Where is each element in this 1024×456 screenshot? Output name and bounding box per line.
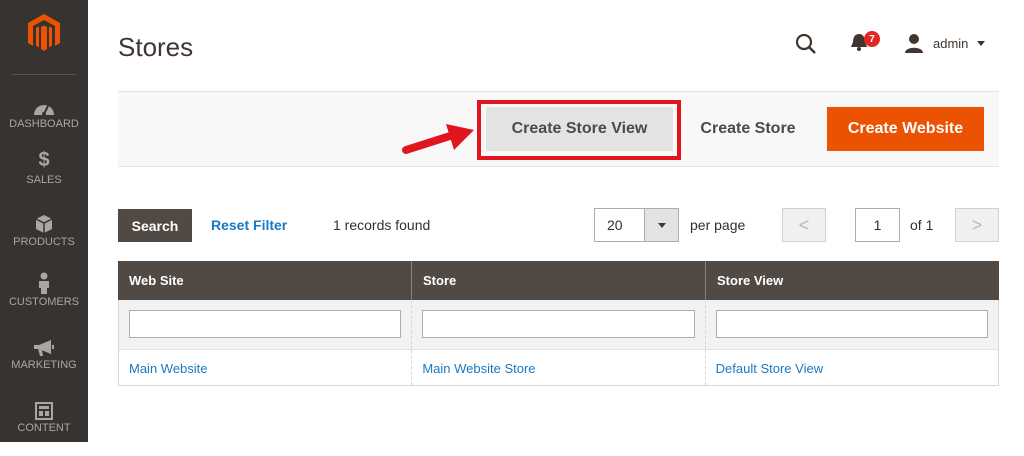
store-view-link[interactable]: Default Store View [706, 350, 998, 385]
previous-page-button[interactable]: < [782, 208, 826, 242]
page-count: of 1 [910, 217, 934, 233]
sidebar-divider [12, 74, 76, 75]
search-button[interactable]: Search [118, 209, 192, 242]
per-page-value: 20 [607, 217, 623, 233]
highlight-box [477, 100, 681, 160]
user-menu-name[interactable]: admin [933, 36, 968, 51]
magento-logo-icon [28, 14, 60, 51]
sidebar-item-label: CUSTOMERS [8, 296, 80, 308]
megaphone-icon [33, 333, 55, 357]
cube-icon [35, 210, 53, 234]
chevron-down-icon[interactable] [644, 209, 678, 241]
table-row: Main Website Main Website Store Default … [118, 349, 999, 386]
store-link[interactable]: Main Website Store [412, 350, 706, 385]
column-header-web-site[interactable]: Web Site [118, 261, 412, 300]
store-filter-input[interactable] [422, 310, 695, 338]
create-website-button[interactable]: Create Website [827, 107, 984, 151]
search-icon[interactable] [795, 33, 817, 60]
records-count: 1 records found [333, 217, 431, 233]
layout-icon [35, 396, 53, 420]
grid-filter-row [118, 300, 999, 349]
sidebar-item-sales[interactable]: $ SALES [0, 148, 88, 208]
sidebar-item-content[interactable]: CONTENT [0, 396, 88, 456]
sidebar-item-label: CONTENT [17, 422, 71, 434]
grid-header-row: Web Site Store Store View [118, 261, 999, 300]
sidebar-item-customers[interactable]: CUSTOMERS [0, 270, 88, 330]
create-store-button[interactable]: Create Store [684, 107, 812, 151]
chevron-down-icon[interactable] [977, 41, 985, 46]
sidebar-item-products[interactable]: PRODUCTS [0, 210, 88, 270]
store-view-filter-input[interactable] [715, 310, 988, 338]
next-page-button[interactable]: > [955, 208, 999, 242]
sidebar-item-label: SALES [26, 174, 62, 186]
per-page-label: per page [690, 217, 746, 233]
admin-sidebar: DASHBOARD $ SALES PRODUCTS CUSTOMERS MAR… [0, 0, 88, 442]
person-icon [37, 270, 51, 294]
sidebar-item-marketing[interactable]: MARKETING [0, 333, 88, 393]
dollar-icon: $ [38, 149, 50, 171]
column-header-store-view[interactable]: Store View [706, 261, 999, 300]
user-icon[interactable] [904, 33, 924, 58]
sidebar-item-label: MARKETING [11, 359, 77, 371]
sidebar-item-label: PRODUCTS [13, 236, 75, 248]
magento-logo[interactable] [0, 0, 88, 72]
web-site-filter-input[interactable] [129, 310, 402, 338]
sidebar-item-dashboard[interactable]: DASHBOARD [0, 92, 88, 152]
red-arrow-icon [398, 118, 478, 167]
column-header-store[interactable]: Store [412, 261, 706, 300]
speedometer-icon [33, 92, 55, 116]
web-site-link[interactable]: Main Website [119, 350, 413, 385]
page-title: Stores [118, 32, 194, 62]
stores-grid: Web Site Store Store View Main Website M… [118, 261, 999, 386]
notification-badge: 7 [864, 31, 880, 47]
reset-filter-link[interactable]: Reset Filter [211, 217, 287, 233]
sidebar-item-label: DASHBOARD [9, 118, 79, 130]
page-number-input[interactable]: 1 [855, 208, 900, 242]
per-page-select[interactable]: 20 [594, 208, 679, 242]
